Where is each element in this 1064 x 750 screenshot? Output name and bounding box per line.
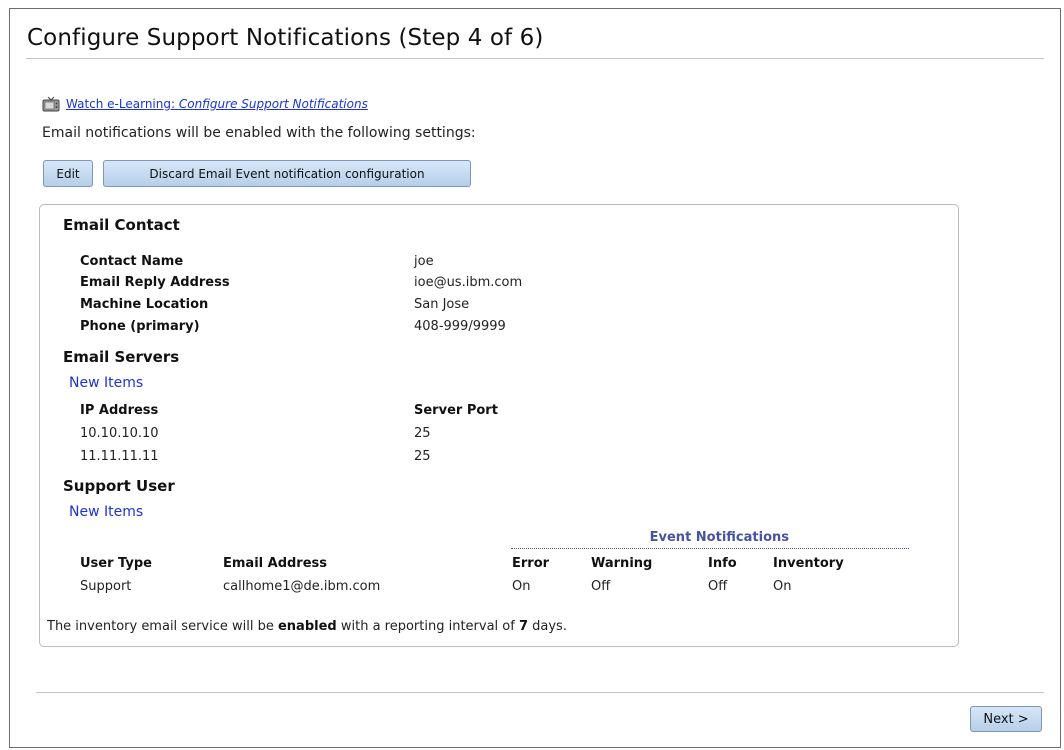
title-divider bbox=[26, 58, 1044, 59]
inventory-note-middle: with a reporting interval of bbox=[336, 619, 519, 634]
page-title: Configure Support Notifications (Step 4 … bbox=[27, 25, 544, 51]
server-port-cell: 25 bbox=[414, 426, 431, 441]
footer-divider bbox=[36, 692, 1044, 693]
ip-address-column-header: IP Address bbox=[80, 403, 159, 418]
info-cell: Off bbox=[708, 579, 728, 594]
server-ip-cell: 11.11.11.11 bbox=[80, 449, 159, 464]
email-reply-address-value: ioe@us.ibm.com bbox=[414, 275, 523, 290]
error-column-header: Error bbox=[512, 556, 550, 571]
email-servers-heading: Email Servers bbox=[63, 348, 180, 366]
elearning-link-row: Watch e-Learning: Configure Support Noti… bbox=[42, 96, 368, 112]
phone-primary-label: Phone (primary) bbox=[80, 319, 200, 334]
server-port-cell: 25 bbox=[414, 449, 431, 464]
user-type-cell: Support bbox=[80, 579, 132, 594]
machine-location-value: San Jose bbox=[414, 297, 470, 312]
elearning-link[interactable]: Watch e-Learning: Configure Support Noti… bbox=[66, 97, 368, 111]
contact-name-label: Contact Name bbox=[80, 254, 184, 269]
contact-name-value: joe bbox=[414, 254, 434, 269]
discard-configuration-button[interactable]: Discard Email Event notification configu… bbox=[103, 160, 471, 187]
email-reply-address-label: Email Reply Address bbox=[80, 275, 230, 290]
elearning-link-prefix: Watch e-Learning: bbox=[66, 97, 179, 111]
email-address-cell: callhome1@de.ibm.com bbox=[223, 579, 381, 594]
user-type-column-header: User Type bbox=[80, 556, 152, 571]
inventory-note-days: 7 bbox=[518, 619, 529, 634]
email-address-column-header: Email Address bbox=[223, 556, 328, 571]
inventory-note-state: enabled bbox=[277, 619, 337, 634]
server-port-column-header: Server Port bbox=[414, 403, 498, 418]
inventory-cell: On bbox=[773, 579, 792, 594]
phone-primary-value: 408-999/9999 bbox=[414, 319, 506, 334]
server-ip-cell: 10.10.10.10 bbox=[80, 426, 159, 441]
email-contact-heading: Email Contact bbox=[63, 216, 180, 234]
intro-text: Email notifications will be enabled with… bbox=[42, 125, 476, 141]
tv-icon bbox=[42, 96, 60, 112]
inventory-note-suffix: days. bbox=[528, 619, 567, 634]
event-notifications-header: Event Notifications bbox=[511, 530, 909, 549]
next-button[interactable]: Next > bbox=[970, 706, 1042, 732]
info-column-header: Info bbox=[708, 556, 737, 571]
machine-location-label: Machine Location bbox=[80, 297, 209, 312]
summary-panel bbox=[39, 204, 959, 647]
inventory-note: The inventory email service will be enab… bbox=[47, 619, 567, 634]
error-cell: On bbox=[512, 579, 531, 594]
warning-cell: Off bbox=[591, 579, 611, 594]
elearning-link-topic: Configure Support Notifications bbox=[178, 97, 368, 111]
inventory-column-header: Inventory bbox=[773, 556, 844, 571]
edit-button[interactable]: Edit bbox=[43, 160, 93, 187]
email-servers-new-items-link[interactable]: New Items bbox=[69, 375, 143, 391]
support-user-heading: Support User bbox=[63, 477, 175, 495]
inventory-note-prefix: The inventory email service will be bbox=[47, 619, 278, 634]
support-user-new-items-link[interactable]: New Items bbox=[69, 504, 143, 520]
warning-column-header: Warning bbox=[591, 556, 653, 571]
